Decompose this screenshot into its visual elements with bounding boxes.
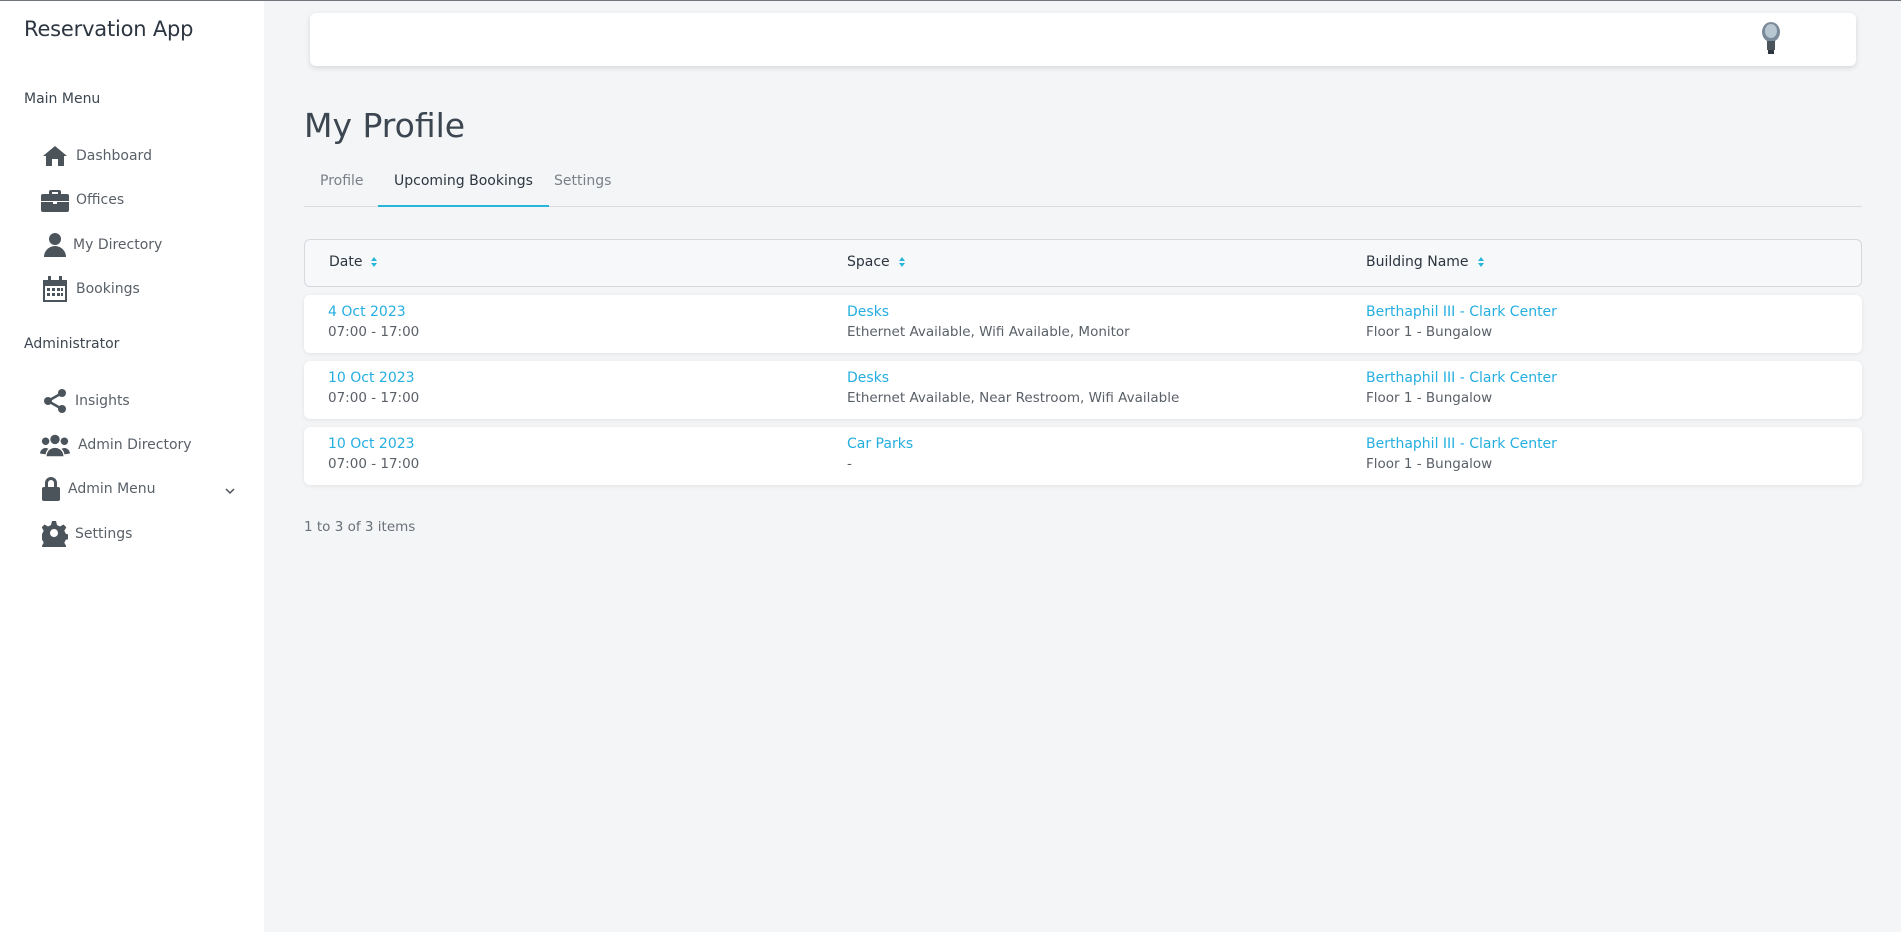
page-title: My Profile	[304, 106, 466, 145]
briefcase-icon	[40, 186, 70, 214]
tab-settings[interactable]: Settings	[538, 166, 627, 207]
column-header-space[interactable]: Space	[847, 254, 906, 270]
booking-time: 07:00 - 17:00	[328, 324, 420, 340]
table-row[interactable]: 4 Oct 2023 07:00 - 17:00 Desks Ethernet …	[304, 295, 1862, 353]
building-cell: Berthaphil III - Clark Center Floor 1 - …	[1366, 370, 1557, 406]
space-features: Ethernet Available, Near Restroom, Wifi …	[847, 390, 1180, 406]
top-bar	[310, 13, 1856, 66]
calendar-icon	[40, 275, 70, 303]
sidebar-item-label: Insights	[75, 393, 130, 409]
space-cell: Desks Ethernet Available, Wifi Available…	[847, 304, 1130, 340]
building-cell: Berthaphil III - Clark Center Floor 1 - …	[1366, 436, 1557, 472]
profile-tabs: Profile Upcoming Bookings Settings	[304, 166, 1862, 207]
sidebar-item-settings[interactable]: Settings	[40, 519, 240, 549]
avatar[interactable]	[1754, 21, 1788, 55]
sidebar: Reservation App Main Menu Dashboard Offi…	[0, 1, 264, 932]
sidebar-item-label: Admin Menu	[68, 481, 156, 497]
space-features: -	[847, 456, 852, 472]
user-avatar-icon	[1762, 22, 1780, 54]
building-floor: Floor 1 - Bungalow	[1366, 390, 1493, 406]
tab-profile[interactable]: Profile	[304, 166, 380, 207]
space-link[interactable]: Desks	[847, 370, 1179, 386]
building-floor: Floor 1 - Bungalow	[1366, 456, 1493, 472]
sort-icon	[370, 256, 378, 268]
sidebar-item-admin-menu[interactable]: Admin Menu	[40, 474, 236, 504]
users-icon	[40, 431, 70, 459]
column-header-label: Space	[847, 254, 890, 270]
main-menu-label: Main Menu	[24, 91, 101, 107]
building-link[interactable]: Berthaphil III - Clark Center	[1366, 436, 1557, 452]
sidebar-item-admin-directory[interactable]: Admin Directory	[40, 430, 240, 460]
booking-time: 07:00 - 17:00	[328, 456, 420, 472]
share-icon	[40, 387, 70, 415]
space-cell: Car Parks -	[847, 436, 913, 472]
user-icon	[40, 231, 70, 259]
date-cell: 10 Oct 2023 07:00 - 17:00	[328, 436, 419, 472]
building-floor: Floor 1 - Bungalow	[1366, 324, 1493, 340]
space-link[interactable]: Desks	[847, 304, 1130, 320]
booking-date-link[interactable]: 4 Oct 2023	[328, 304, 419, 320]
lock-icon	[40, 475, 62, 503]
space-link[interactable]: Car Parks	[847, 436, 913, 452]
sort-icon	[898, 256, 906, 268]
column-header-label: Date	[329, 254, 363, 270]
space-cell: Desks Ethernet Available, Near Restroom,…	[847, 370, 1179, 406]
gear-icon	[40, 520, 70, 548]
building-cell: Berthaphil III - Clark Center Floor 1 - …	[1366, 304, 1557, 340]
column-header-label: Building Name	[1366, 254, 1469, 270]
chevron-down-icon[interactable]	[224, 482, 236, 501]
sidebar-item-label: Offices	[76, 192, 125, 208]
booking-time: 07:00 - 17:00	[328, 390, 420, 406]
sidebar-item-insights[interactable]: Insights	[40, 386, 240, 416]
column-header-building-name[interactable]: Building Name	[1366, 254, 1485, 270]
sidebar-item-label: Dashboard	[76, 148, 152, 164]
sidebar-item-label: Bookings	[76, 281, 140, 297]
sidebar-item-dashboard[interactable]: Dashboard	[40, 141, 240, 171]
sidebar-item-label: Settings	[75, 526, 133, 542]
pager-info: 1 to 3 of 3 items	[304, 519, 416, 535]
booking-date-link[interactable]: 10 Oct 2023	[328, 436, 419, 452]
sidebar-item-my-directory[interactable]: My Directory	[40, 230, 240, 260]
table-header: Date Space Building Name	[304, 239, 1862, 287]
table-row[interactable]: 10 Oct 2023 07:00 - 17:00 Desks Ethernet…	[304, 361, 1862, 419]
date-cell: 10 Oct 2023 07:00 - 17:00	[328, 370, 419, 406]
column-header-date[interactable]: Date	[329, 254, 378, 270]
sidebar-item-offices[interactable]: Offices	[40, 185, 240, 215]
space-features: Ethernet Available, Wifi Available, Moni…	[847, 324, 1130, 340]
table-row[interactable]: 10 Oct 2023 07:00 - 17:00 Car Parks - Be…	[304, 427, 1862, 485]
administrator-label: Administrator	[24, 336, 120, 352]
sidebar-item-bookings[interactable]: Bookings	[40, 274, 240, 304]
sidebar-item-label: My Directory	[73, 237, 163, 253]
sort-icon	[1477, 256, 1485, 268]
date-cell: 4 Oct 2023 07:00 - 17:00	[328, 304, 419, 340]
sidebar-item-label: Admin Directory	[78, 437, 192, 453]
building-link[interactable]: Berthaphil III - Clark Center	[1366, 304, 1557, 320]
app-title: Reservation App	[24, 17, 194, 41]
home-icon	[40, 142, 70, 170]
building-link[interactable]: Berthaphil III - Clark Center	[1366, 370, 1557, 386]
window-top-border	[0, 0, 1901, 1]
tab-upcoming-bookings[interactable]: Upcoming Bookings	[378, 166, 549, 207]
booking-date-link[interactable]: 10 Oct 2023	[328, 370, 419, 386]
